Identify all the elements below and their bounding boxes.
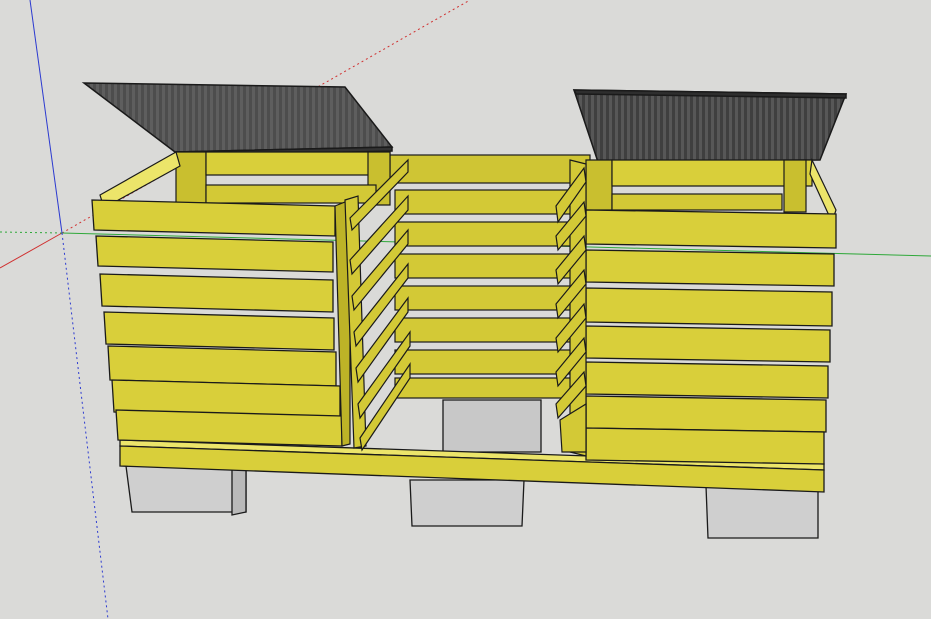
- red-axis: [0, 232, 63, 269]
- left-lid: [81, 82, 394, 157]
- right-lid: [572, 89, 848, 163]
- drawing-viewport[interactable]: [0, 0, 931, 619]
- green-axis-dotted: [0, 231, 63, 234]
- right-door: [555, 159, 587, 457]
- blue-axis: [29, 0, 63, 234]
- block-back: [442, 399, 542, 453]
- block-left: [125, 465, 247, 513]
- block-middle: [409, 479, 525, 527]
- model-canvas[interactable]: [0, 0, 931, 619]
- block-right: [705, 485, 819, 539]
- block-left-side: [231, 465, 247, 516]
